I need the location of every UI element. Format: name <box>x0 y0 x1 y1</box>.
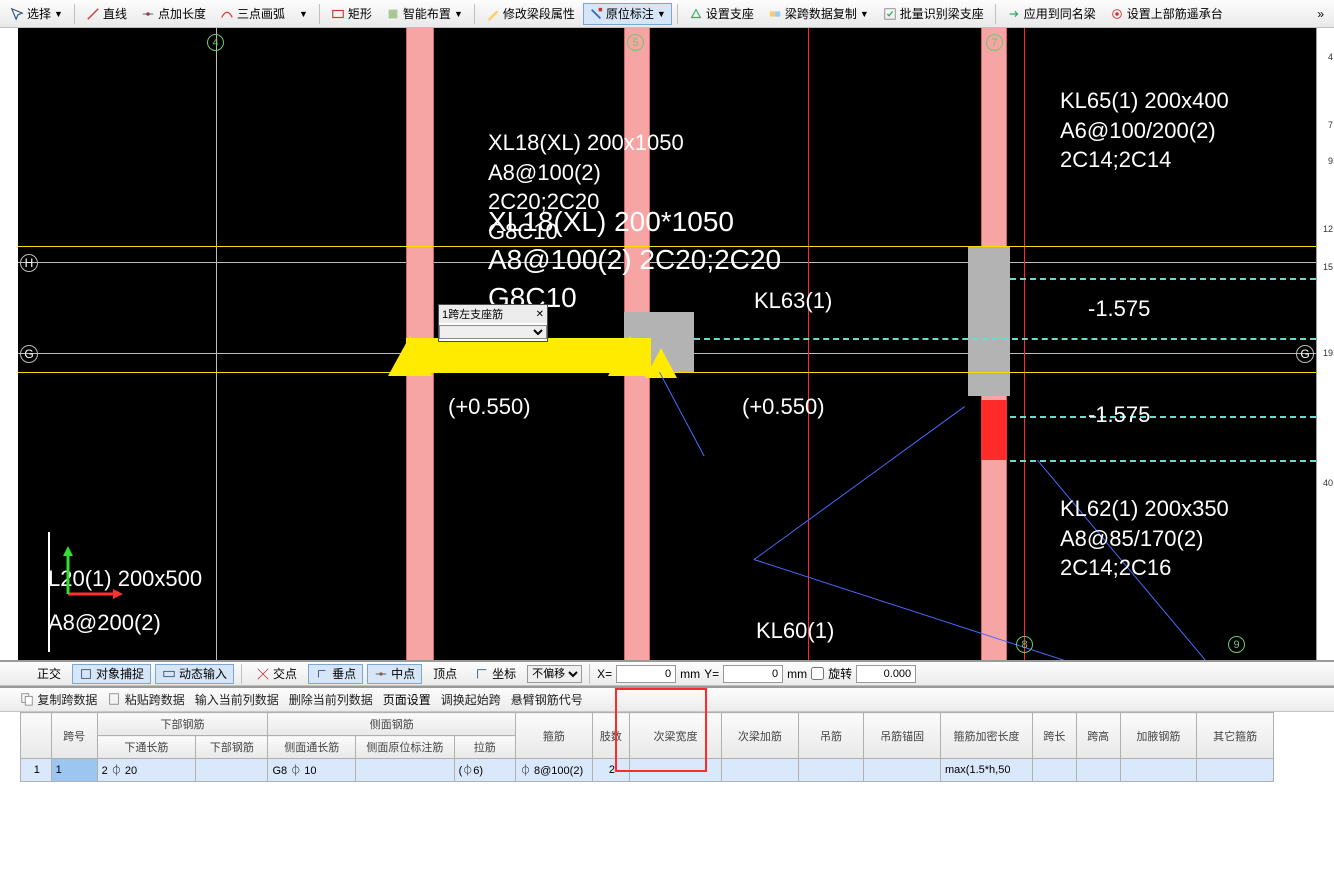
col-hanger[interactable]: 吊筋 <box>798 713 864 759</box>
col-side-through[interactable]: 侧面通长筋 <box>268 736 356 759</box>
dynamic-input-toggle[interactable]: 动态输入 <box>155 664 234 684</box>
quad-snap[interactable]: 坐标 <box>468 664 523 684</box>
grid-bubble-5: 5 <box>627 34 644 51</box>
col-tie[interactable]: 拉筋 <box>454 736 515 759</box>
support-rebar-popup: 1跨左支座筋 ✕ <box>438 304 548 342</box>
rotate-label: 旋转 <box>828 665 852 682</box>
osnap-toggle[interactable]: 对象捕捉 <box>72 664 151 684</box>
grid-bubble-8: 8 <box>1016 636 1033 653</box>
annot-plus055-a: (+0.550) <box>448 392 531 422</box>
col-lower-rebar[interactable]: 下部钢筋 <box>196 736 268 759</box>
ucs-icon <box>58 544 128 604</box>
grid-bubble-9: 9 <box>1228 636 1245 653</box>
rotate-checkbox[interactable] <box>811 667 824 680</box>
midpoint-snap[interactable]: 中点 <box>367 664 422 684</box>
status-bar: 正交 对象捕捉 动态输入 交点 垂点 中点 顶点 坐标 不偏移 X= mm Y=… <box>0 660 1334 686</box>
annot-KL60: KL60(1) <box>756 616 834 646</box>
col-span-len[interactable]: 跨长 <box>1033 713 1077 759</box>
col-lower-group[interactable]: 下部钢筋 <box>97 713 268 736</box>
batch-recognize[interactable]: 批量识别梁支座 <box>877 3 990 25</box>
col-limbs[interactable]: 肢数 <box>592 713 629 759</box>
page-setup[interactable]: 页面设置 <box>383 691 431 708</box>
col-span-no[interactable]: 跨号 <box>51 713 97 759</box>
select-tool[interactable]: 选择▼ <box>4 3 69 25</box>
y-label: Y= <box>704 667 719 681</box>
table-row[interactable]: 1 1 2 ⏀ 20 G8 ⏀ 10 (⏀6) ⏀ 8@100(2) 2 max… <box>21 759 1274 782</box>
annot-KL65: KL65(1) 200x400 A6@100/200(2) 2C14;2C14 <box>1060 86 1229 175</box>
axis-H: H <box>20 254 38 272</box>
col-hanger-anchor[interactable]: 吊筋锚固 <box>864 713 941 759</box>
x-label: X= <box>597 667 612 681</box>
ortho-toggle[interactable]: 正交 <box>30 664 68 684</box>
col-other-stirrup[interactable]: 其它箍筋 <box>1197 713 1274 759</box>
bottom-panel: 复制跨数据 粘贴跨数据 输入当前列数据 删除当前列数据 页面设置 调换起始跨 悬… <box>0 686 1334 876</box>
annot-minus1575-b: -1.575 <box>1088 400 1150 430</box>
in-place-annotation[interactable]: 原位标注▼ <box>583 3 672 25</box>
delete-current-col[interactable]: 删除当前列数据 <box>289 691 373 708</box>
swap-start-span[interactable]: 调换起始跨 <box>441 691 501 708</box>
col-side-annot[interactable]: 侧面原位标注筋 <box>356 736 455 759</box>
axis-G-right: G <box>1296 345 1314 363</box>
popup-close-icon[interactable]: ✕ <box>536 309 544 320</box>
annot-KL62: KL62(1) 200x350 A8@85/170(2) 2C14;2C16 <box>1060 494 1229 583</box>
offset-select[interactable]: 不偏移 <box>527 665 582 683</box>
apply-same-beam[interactable]: 应用到同名梁 <box>1001 3 1102 25</box>
y-input[interactable] <box>723 665 783 683</box>
col-stirrup-dense[interactable]: 箍筋加密长度 <box>941 713 1033 759</box>
vertex-snap[interactable]: 顶点 <box>426 664 464 684</box>
annot-XL18-big: XL18(XL) 200*1050 A8@100(2) 2C20;2C20 G8… <box>488 203 781 316</box>
copy-beam-span[interactable]: 梁跨数据复制▼ <box>762 3 875 25</box>
rect-tool[interactable]: 矩形 <box>325 3 378 25</box>
smart-place[interactable]: 智能布置▼ <box>380 3 469 25</box>
col-sub-beam-width[interactable]: 次梁宽度 <box>630 713 722 759</box>
col-lower-through[interactable]: 下通长筋 <box>97 736 196 759</box>
canvas-area: 4 5 7 8 9 H G G XL18(XL) 200x1050 A8@100… <box>0 28 1334 660</box>
cantilever-code[interactable]: 悬臂钢筋代号 <box>511 691 583 708</box>
drawing-canvas[interactable]: 4 5 7 8 9 H G G XL18(XL) 200x1050 A8@100… <box>18 28 1316 660</box>
set-upper-rebar[interactable]: 设置上部筋遥承台 <box>1104 3 1229 25</box>
arc-3pt-tool[interactable]: 三点画弧 <box>214 3 291 25</box>
col-stirrup[interactable]: 箍筋 <box>515 713 592 759</box>
top-toolbar: 选择▼ 直线 点加长度 三点画弧 ▼ 矩形 智能布置▼ 修改梁段属性 原位标注▼… <box>0 0 1334 28</box>
edit-beam-props[interactable]: 修改梁段属性 <box>480 3 581 25</box>
intersection-snap[interactable]: 交点 <box>249 664 304 684</box>
rotate-input[interactable] <box>856 665 916 683</box>
rebar-table: 跨号 下部钢筋 侧面钢筋 箍筋 肢数 次梁宽度 次梁加筋 吊筋 吊筋锚固 箍筋加… <box>0 712 1334 876</box>
col-span-h[interactable]: 跨高 <box>1076 713 1120 759</box>
action-bar: 复制跨数据 粘贴跨数据 输入当前列数据 删除当前列数据 页面设置 调换起始跨 悬… <box>0 688 1334 712</box>
popup-title: 1跨左支座筋 <box>442 306 503 322</box>
annot-plus055-b: (+0.550) <box>742 392 825 422</box>
line-tool[interactable]: 直线 <box>80 3 133 25</box>
col-side-group[interactable]: 侧面钢筋 <box>268 713 516 736</box>
grid-bubble-4: 4 <box>207 34 224 51</box>
copy-span-data[interactable]: 复制跨数据 <box>20 691 97 708</box>
mm-label-2: mm <box>787 667 807 681</box>
paste-span-data[interactable]: 粘贴跨数据 <box>107 691 184 708</box>
arc-dropdown[interactable]: ▼ <box>293 3 314 25</box>
popup-select[interactable] <box>439 325 547 339</box>
axis-G-left: G <box>20 345 38 363</box>
x-input[interactable] <box>616 665 676 683</box>
col-waist-add[interactable]: 加腋钢筋 <box>1120 713 1197 759</box>
col-sub-beam-extra[interactable]: 次梁加筋 <box>722 713 799 759</box>
mm-label-1: mm <box>680 667 700 681</box>
right-ruler: 4 7 9 12 15 19 40 <box>1316 28 1334 660</box>
annot-minus1575-a: -1.575 <box>1088 294 1150 324</box>
set-support[interactable]: 设置支座 <box>683 3 760 25</box>
annot-KL63: KL63(1) <box>754 286 832 316</box>
perp-snap[interactable]: 垂点 <box>308 664 363 684</box>
input-current-col[interactable]: 输入当前列数据 <box>195 691 279 708</box>
grid-bubble-7: 7 <box>986 34 1003 51</box>
point-length-tool[interactable]: 点加长度 <box>135 3 212 25</box>
toolbar-more[interactable]: » <box>1311 3 1330 25</box>
